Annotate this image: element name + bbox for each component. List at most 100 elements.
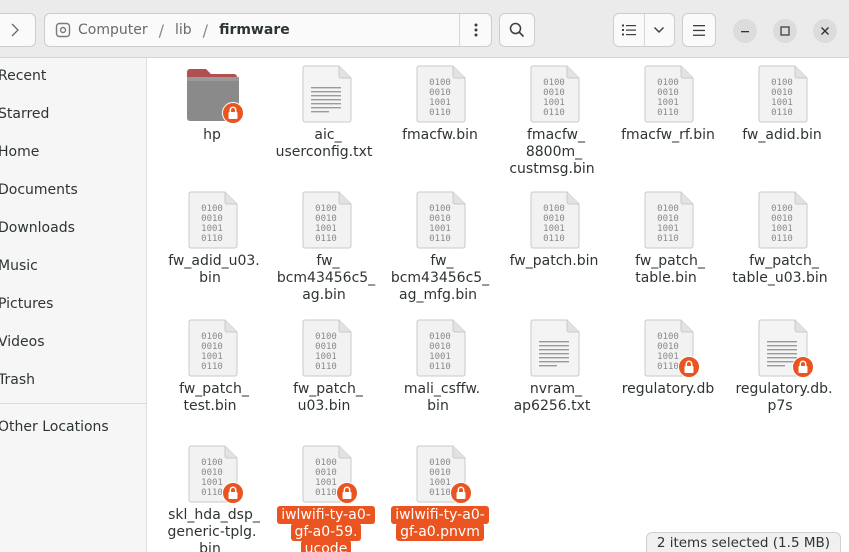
- svg-text:0010: 0010: [543, 88, 565, 98]
- chevron-right-icon: [11, 23, 19, 37]
- file-item[interactable]: 0100 0010 1001 0110 fw_ bcm43456c5_ ag_mfg.b…: [384, 184, 496, 304]
- file-item[interactable]: 0100 0010 1001 0110 fmacfw_ 8800m_ custmsg.b…: [498, 58, 610, 178]
- path-segment-computer[interactable]: Computer: [78, 22, 148, 38]
- path-segment-firmware[interactable]: firmware: [219, 22, 290, 38]
- file-item[interactable]: regulatory.db. p7s: [726, 312, 838, 432]
- path-segment-lib[interactable]: lib: [175, 22, 192, 38]
- svg-text:0010: 0010: [201, 468, 223, 478]
- file-name-text: mali_csffw. bin: [403, 381, 481, 414]
- file-name: nvram_ ap6256.txt: [502, 381, 606, 415]
- sidebar-item-music[interactable]: Music: [0, 248, 145, 284]
- svg-text:1001: 1001: [201, 224, 223, 234]
- view-dropdown-button[interactable]: [643, 14, 674, 46]
- file-name-text: fw_patch_ u03.bin: [293, 381, 363, 414]
- file-item[interactable]: 0100 0010 1001 0110 fmacfw.bin: [384, 58, 496, 178]
- svg-text:0110: 0110: [429, 488, 451, 498]
- sidebar-item-pictures[interactable]: Pictures: [0, 286, 145, 322]
- maximize-button[interactable]: [773, 19, 797, 43]
- hamburger-icon: [693, 24, 705, 36]
- svg-text:0110: 0110: [657, 108, 679, 118]
- svg-text:0010: 0010: [771, 214, 793, 224]
- file-name-text: iwlwifi-ty-a0- gf-a0-59. ucode: [277, 506, 375, 552]
- minimize-button[interactable]: [733, 19, 757, 43]
- path-menu-button[interactable]: [459, 14, 491, 46]
- svg-text:0010: 0010: [429, 468, 451, 478]
- sidebar-item-starred[interactable]: Starred: [0, 96, 145, 132]
- file-grid: hp aic_ userconfig.txt 0100 0010 1001 0110 fma…: [148, 58, 849, 552]
- sidebar-item-label: Starred: [0, 106, 50, 122]
- more-vertical-icon: [474, 23, 477, 37]
- svg-text:1001: 1001: [543, 98, 565, 108]
- file-item[interactable]: 0100 0010 1001 0110 regulatory.db: [612, 312, 724, 432]
- file-name-text: fw_patch_ test.bin: [179, 381, 249, 414]
- sidebar-item-recent[interactable]: Recent: [0, 58, 145, 94]
- svg-text:0100: 0100: [429, 458, 451, 468]
- file-item[interactable]: 0100 0010 1001 0110 fw_adid_u03. bin: [156, 184, 268, 304]
- file-item[interactable]: 0100 0010 1001 0110 iwlwifi-ty-a0- gf-a0.pnv…: [384, 438, 496, 552]
- forward-button[interactable]: [0, 13, 36, 47]
- file-name-text: hp: [203, 127, 221, 143]
- search-button[interactable]: [499, 13, 535, 47]
- svg-text:0010: 0010: [657, 342, 679, 352]
- file-item[interactable]: 0100 0010 1001 0110 fw_patch_ table.bin: [612, 184, 724, 304]
- sidebar-item-downloads[interactable]: Downloads: [0, 210, 145, 246]
- svg-text:0100: 0100: [771, 204, 793, 214]
- file-name: fw_adid.bin: [730, 127, 834, 144]
- file-item[interactable]: 0100 0010 1001 0110 fw_patch_ table_u03.bin: [726, 184, 838, 304]
- file-item[interactable]: 0100 0010 1001 0110 fw_ bcm43456c5_ ag.bin: [270, 184, 382, 304]
- file-item[interactable]: hp: [156, 58, 268, 178]
- svg-text:0110: 0110: [315, 362, 337, 372]
- file-name: aic_ userconfig.txt: [274, 127, 378, 161]
- close-icon: [821, 27, 829, 35]
- svg-text:1001: 1001: [771, 98, 793, 108]
- file-item[interactable]: aic_ userconfig.txt: [270, 58, 382, 178]
- file-item[interactable]: 0100 0010 1001 0110 iwlwifi-ty-a0- gf-a0-59.…: [270, 438, 382, 552]
- file-item[interactable]: 0100 0010 1001 0110 skl_hda_dsp_ generic-tpl…: [156, 438, 268, 552]
- file-name: skl_hda_dsp_ generic-tplg. bin: [160, 507, 264, 552]
- svg-text:0100: 0100: [543, 78, 565, 88]
- binary-file-icon: 0100 0010 1001 0110: [526, 191, 582, 249]
- main-menu-button[interactable]: [682, 13, 716, 47]
- sidebar-item-documents[interactable]: Documents: [0, 172, 145, 208]
- file-name: mali_csffw. bin: [388, 381, 492, 415]
- file-item[interactable]: 0100 0010 1001 0110 mali_csffw. bin: [384, 312, 496, 432]
- view-options: [613, 13, 675, 47]
- svg-text:0110: 0110: [315, 234, 337, 244]
- sidebar-item-label: Trash: [0, 372, 35, 388]
- sidebar-item-home[interactable]: Home: [0, 134, 145, 170]
- sidebar-item-label: Pictures: [0, 296, 54, 312]
- sidebar-item-trash[interactable]: Trash: [0, 362, 145, 398]
- binary-file-icon: 0100 0010 1001 0110: [412, 65, 468, 123]
- svg-text:0110: 0110: [429, 234, 451, 244]
- file-item[interactable]: 0100 0010 1001 0110 fw_patch.bin: [498, 184, 610, 304]
- lock-icon: [222, 102, 244, 124]
- svg-text:0010: 0010: [657, 88, 679, 98]
- svg-text:0100: 0100: [657, 204, 679, 214]
- svg-text:1001: 1001: [429, 98, 451, 108]
- disk-icon: [55, 22, 71, 38]
- svg-text:0100: 0100: [315, 204, 337, 214]
- file-item[interactable]: 0100 0010 1001 0110 fmacfw_rf.bin: [612, 58, 724, 178]
- svg-text:0010: 0010: [543, 214, 565, 224]
- sidebar-item-label: Home: [0, 144, 40, 160]
- sidebar-item-videos[interactable]: Videos: [0, 324, 145, 360]
- file-item[interactable]: 0100 0010 1001 0110 fw_adid.bin: [726, 58, 838, 178]
- svg-text:0010: 0010: [771, 88, 793, 98]
- svg-text:1001: 1001: [429, 224, 451, 234]
- file-item[interactable]: 0100 0010 1001 0110 fw_patch_ u03.bin: [270, 312, 382, 432]
- sidebar-item-other-locations[interactable]: Other Locations: [0, 409, 145, 445]
- svg-text:0100: 0100: [429, 204, 451, 214]
- lock-icon: [792, 356, 814, 378]
- chevron-down-icon: [654, 27, 665, 33]
- file-name: regulatory.db: [616, 381, 720, 398]
- svg-text:1001: 1001: [315, 478, 337, 488]
- list-view-button[interactable]: [614, 14, 644, 46]
- svg-text:0010: 0010: [201, 342, 223, 352]
- close-button[interactable]: [813, 19, 837, 43]
- file-item[interactable]: nvram_ ap6256.txt: [498, 312, 610, 432]
- file-name-text: fw_adid_u03. bin: [168, 253, 260, 286]
- svg-text:0110: 0110: [201, 362, 223, 372]
- file-name: fw_patch_ table_u03.bin: [730, 253, 834, 287]
- svg-text:1001: 1001: [429, 352, 451, 362]
- file-item[interactable]: 0100 0010 1001 0110 fw_patch_ test.bin: [156, 312, 268, 432]
